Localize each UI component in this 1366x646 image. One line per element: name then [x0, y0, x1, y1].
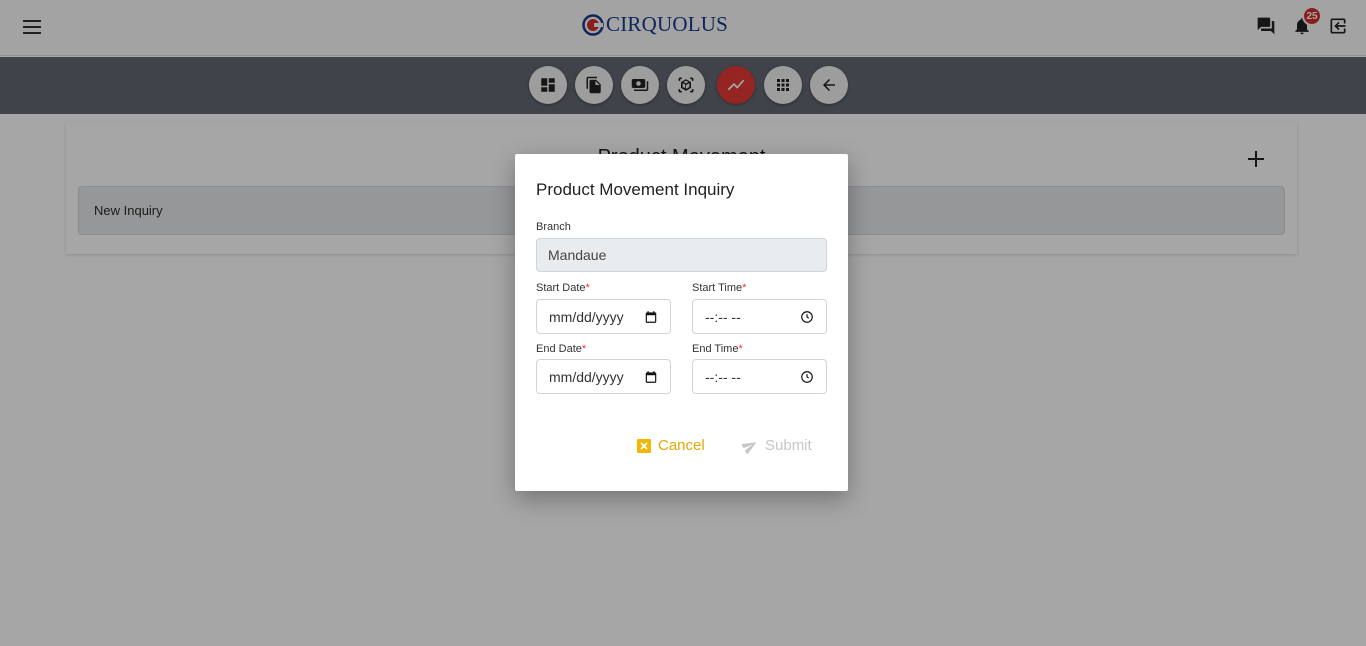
end-date-label: End Date* [536, 343, 586, 355]
start-time-placeholder: --:-- -- [705, 308, 741, 325]
start-date-placeholder: mm/dd/yyyy [549, 308, 624, 325]
start-date-input[interactable]: mm/dd/yyyy [536, 299, 671, 334]
required-mark: * [742, 282, 747, 294]
branch-value: Mandaue [548, 247, 607, 263]
cancel-button[interactable]: Cancel [637, 437, 705, 454]
cancel-label: Cancel [658, 437, 705, 454]
dialog-title: Product Movement Inquiry [536, 180, 735, 199]
send-icon [742, 441, 757, 454]
submit-label: Submit [765, 437, 812, 454]
submit-button[interactable]: Submit [742, 437, 812, 454]
required-mark: * [585, 282, 590, 294]
end-date-label-text: End Date [536, 343, 582, 355]
start-time-label: Start Time* [692, 282, 746, 294]
end-time-placeholder: --:-- -- [705, 368, 741, 385]
branch-label: Branch [536, 221, 571, 233]
required-mark: * [738, 343, 743, 355]
end-time-label: End Time* [692, 343, 743, 355]
end-date-placeholder: mm/dd/yyyy [549, 368, 624, 385]
end-time-input[interactable]: --:-- -- [692, 359, 827, 394]
cancel-icon [637, 438, 651, 453]
required-mark: * [581, 343, 587, 355]
start-time-input[interactable]: --:-- -- [692, 299, 827, 334]
branch-field: Mandaue [536, 238, 827, 272]
start-date-label: Start Date* [536, 282, 590, 294]
end-time-label-text: End Time [692, 343, 739, 355]
calendar-icon[interactable] [644, 370, 658, 384]
calendar-icon[interactable] [644, 310, 658, 324]
end-date-input[interactable]: mm/dd/yyyy [536, 359, 671, 394]
start-date-label-text: Start Date [536, 282, 586, 294]
inquiry-dialog: Product Movement Inquiry Branch Mandaue … [515, 154, 848, 491]
clock-icon[interactable] [800, 370, 814, 384]
start-time-label-text: Start Time [692, 282, 743, 294]
clock-icon[interactable] [800, 310, 814, 324]
